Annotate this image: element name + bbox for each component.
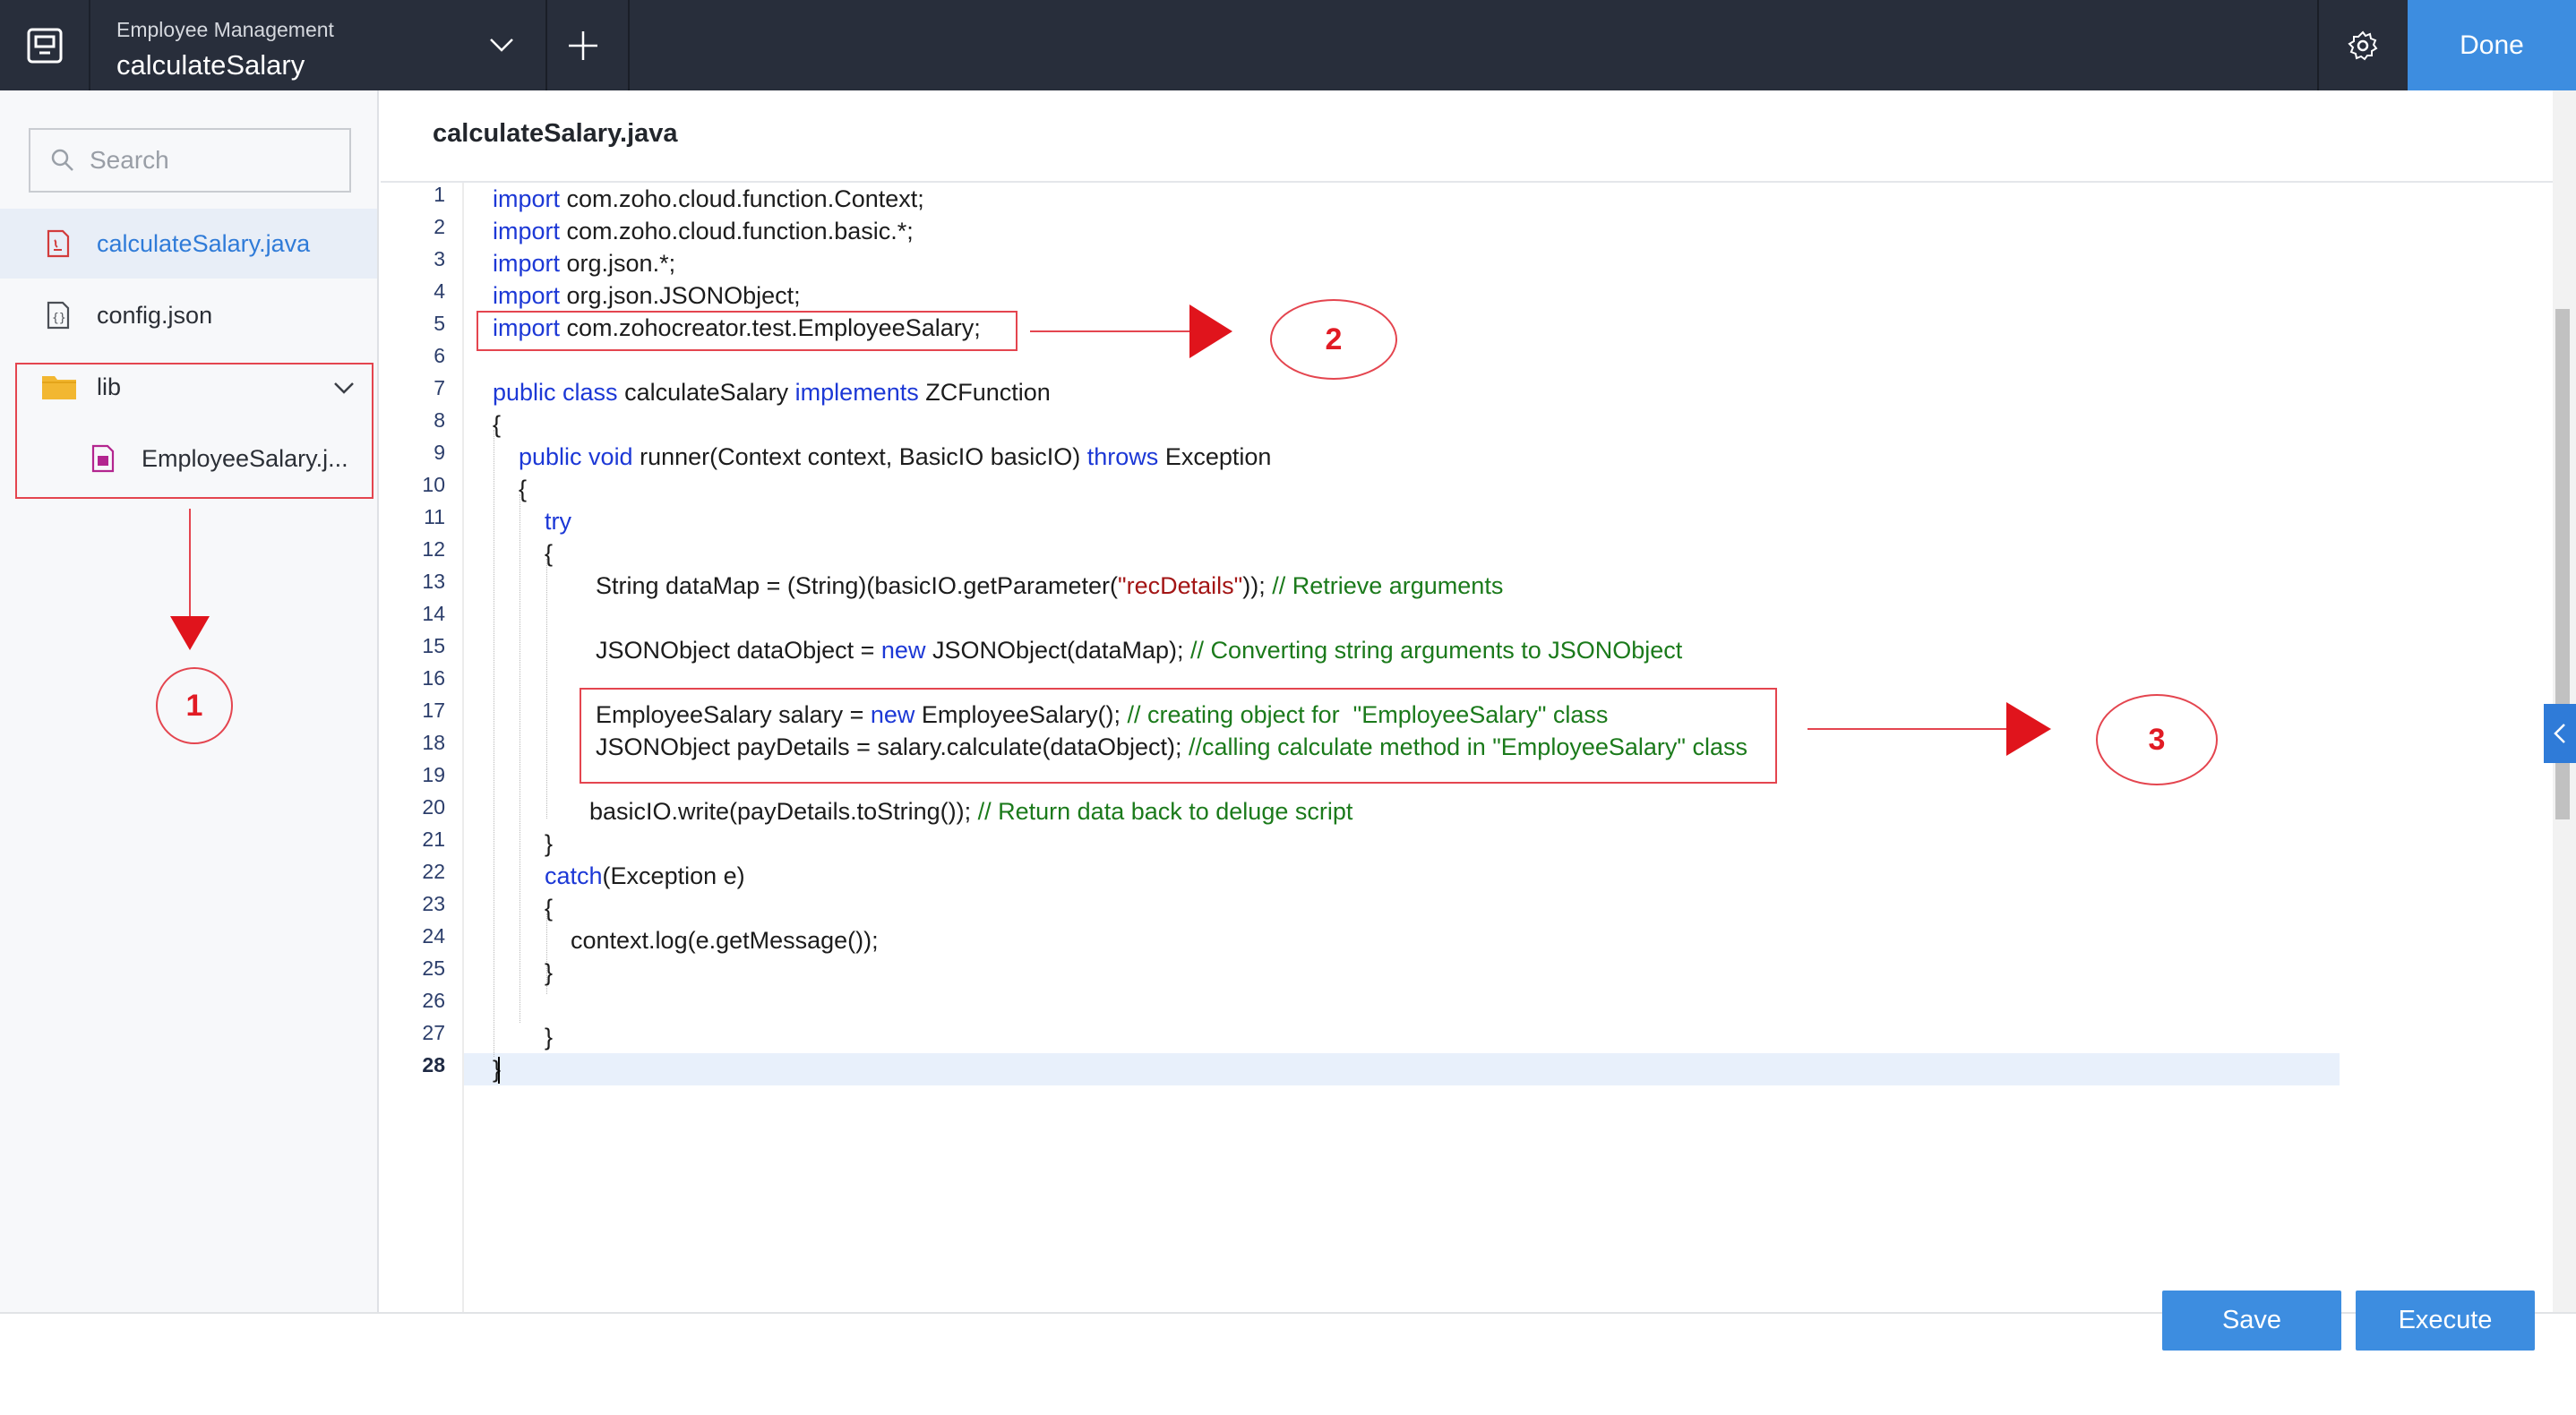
- code-line-27: }: [545, 1024, 554, 1051]
- line-number: 1: [434, 183, 445, 206]
- function-name: calculateSalary: [116, 49, 305, 81]
- annotation-arrow-down: [170, 509, 210, 650]
- code-line-24: context.log(e.getMessage());: [571, 927, 879, 954]
- line-number: 23: [422, 892, 445, 915]
- line-number: 4: [434, 279, 445, 303]
- json-file-icon: {}: [45, 300, 72, 330]
- execute-button[interactable]: Execute: [2356, 1291, 2535, 1351]
- annotation-arrow-right: [1030, 304, 1232, 358]
- line-number: 11: [424, 505, 445, 528]
- line-number: 27: [422, 1021, 445, 1044]
- code-line-11: try: [545, 508, 571, 535]
- add-function-button[interactable]: [547, 0, 619, 90]
- annotation-box-usage: [580, 688, 1777, 784]
- current-line-highlight: [381, 1053, 2340, 1085]
- code-line-23: {: [545, 895, 554, 922]
- code-line-3: import org.json.*;: [493, 250, 676, 277]
- line-number-current: 28: [422, 1053, 445, 1076]
- search-icon: [51, 149, 73, 171]
- annotation-arrow-right: [1807, 702, 2051, 756]
- line-number: 13: [422, 570, 445, 593]
- code-line-25: }: [545, 959, 554, 986]
- line-number: 7: [434, 376, 445, 399]
- line-number: 10: [422, 473, 445, 496]
- file-name: calculateSalary.java: [97, 229, 311, 257]
- done-button[interactable]: Done: [2408, 0, 2576, 90]
- annotation-number-1: 1: [156, 667, 233, 744]
- code-line-22: catch(Exception e): [545, 862, 745, 889]
- line-number: 20: [422, 795, 445, 819]
- code-line-7: public class calculateSalary implements …: [493, 379, 1051, 406]
- file-item-calculatesalary-java[interactable]: calculateSalary.java: [0, 209, 377, 279]
- line-number: 26: [422, 989, 445, 1012]
- java-file-icon: [45, 228, 72, 259]
- chevron-down-icon: [490, 39, 513, 52]
- file-item-config-json[interactable]: {} config.json: [0, 280, 377, 350]
- line-number: 22: [422, 860, 445, 883]
- line-number: 19: [422, 763, 445, 786]
- function-switcher-dropdown[interactable]: [475, 18, 528, 72]
- code-line-8: {: [493, 411, 502, 438]
- editor-tab-title[interactable]: calculateSalary.java: [433, 119, 678, 149]
- annotation-box-import: [477, 311, 1018, 351]
- code-line-13: String dataMap = (String)(basicIO.getPar…: [596, 572, 1504, 599]
- code-line-12: {: [545, 540, 554, 567]
- save-button[interactable]: Save: [2162, 1291, 2341, 1351]
- code-line-1: import com.zoho.cloud.function.Context;: [493, 185, 924, 212]
- svg-text:{}: {}: [52, 312, 66, 325]
- project-name: Employee Management: [116, 18, 334, 41]
- code-line-10: {: [519, 476, 528, 502]
- code-line-9: public void runner(Context context, Basi…: [519, 443, 1272, 470]
- line-number: 17: [422, 699, 445, 722]
- gear-icon: [2348, 30, 2378, 60]
- line-number: 12: [422, 537, 445, 561]
- function-editor-icon[interactable]: [0, 0, 90, 90]
- annotation-box-lib: [15, 363, 374, 499]
- code-line-20: basicIO.write(payDetails.toString()); //…: [589, 798, 1353, 825]
- text-cursor: [498, 1057, 500, 1084]
- line-number: 2: [434, 215, 445, 238]
- annotation-number-3: 3: [2096, 694, 2218, 785]
- top-bar: Employee Management calculateSalary Done: [0, 0, 2576, 90]
- line-number: 16: [422, 666, 445, 690]
- settings-button[interactable]: [2318, 0, 2408, 90]
- line-number: 6: [434, 344, 445, 367]
- line-number: 15: [422, 634, 445, 657]
- line-number: 3: [434, 247, 445, 270]
- line-number: 9: [434, 441, 445, 464]
- code-line-2: import com.zoho.cloud.function.basic.*;: [493, 218, 914, 244]
- line-number: 8: [434, 408, 445, 432]
- search-placeholder: Search: [90, 146, 169, 174]
- annotation-number-2: 2: [1270, 299, 1397, 380]
- editor-tab-bar: calculateSalary.java: [381, 90, 2576, 183]
- chevron-left-icon: [2554, 724, 2565, 743]
- search-input[interactable]: Search: [29, 128, 351, 193]
- line-number: 21: [422, 828, 445, 851]
- code-line-4: import org.json.JSONObject;: [493, 282, 801, 309]
- line-number: 24: [422, 924, 445, 948]
- code-line-15: JSONObject dataObject = new JSONObject(d…: [596, 637, 1683, 664]
- panel-toggle-button[interactable]: [2544, 704, 2576, 763]
- line-number: 5: [434, 312, 445, 335]
- line-number: 25: [422, 956, 445, 980]
- code-line-21: }: [545, 830, 554, 857]
- file-name: config.json: [97, 301, 213, 329]
- line-number: 14: [422, 602, 445, 625]
- plus-icon: [569, 30, 597, 60]
- line-number: 18: [422, 731, 445, 754]
- line-number-gutter: 1 2 3 4 5 6 7 8 9 10 11 12 13 14 15 16 1…: [381, 183, 464, 1312]
